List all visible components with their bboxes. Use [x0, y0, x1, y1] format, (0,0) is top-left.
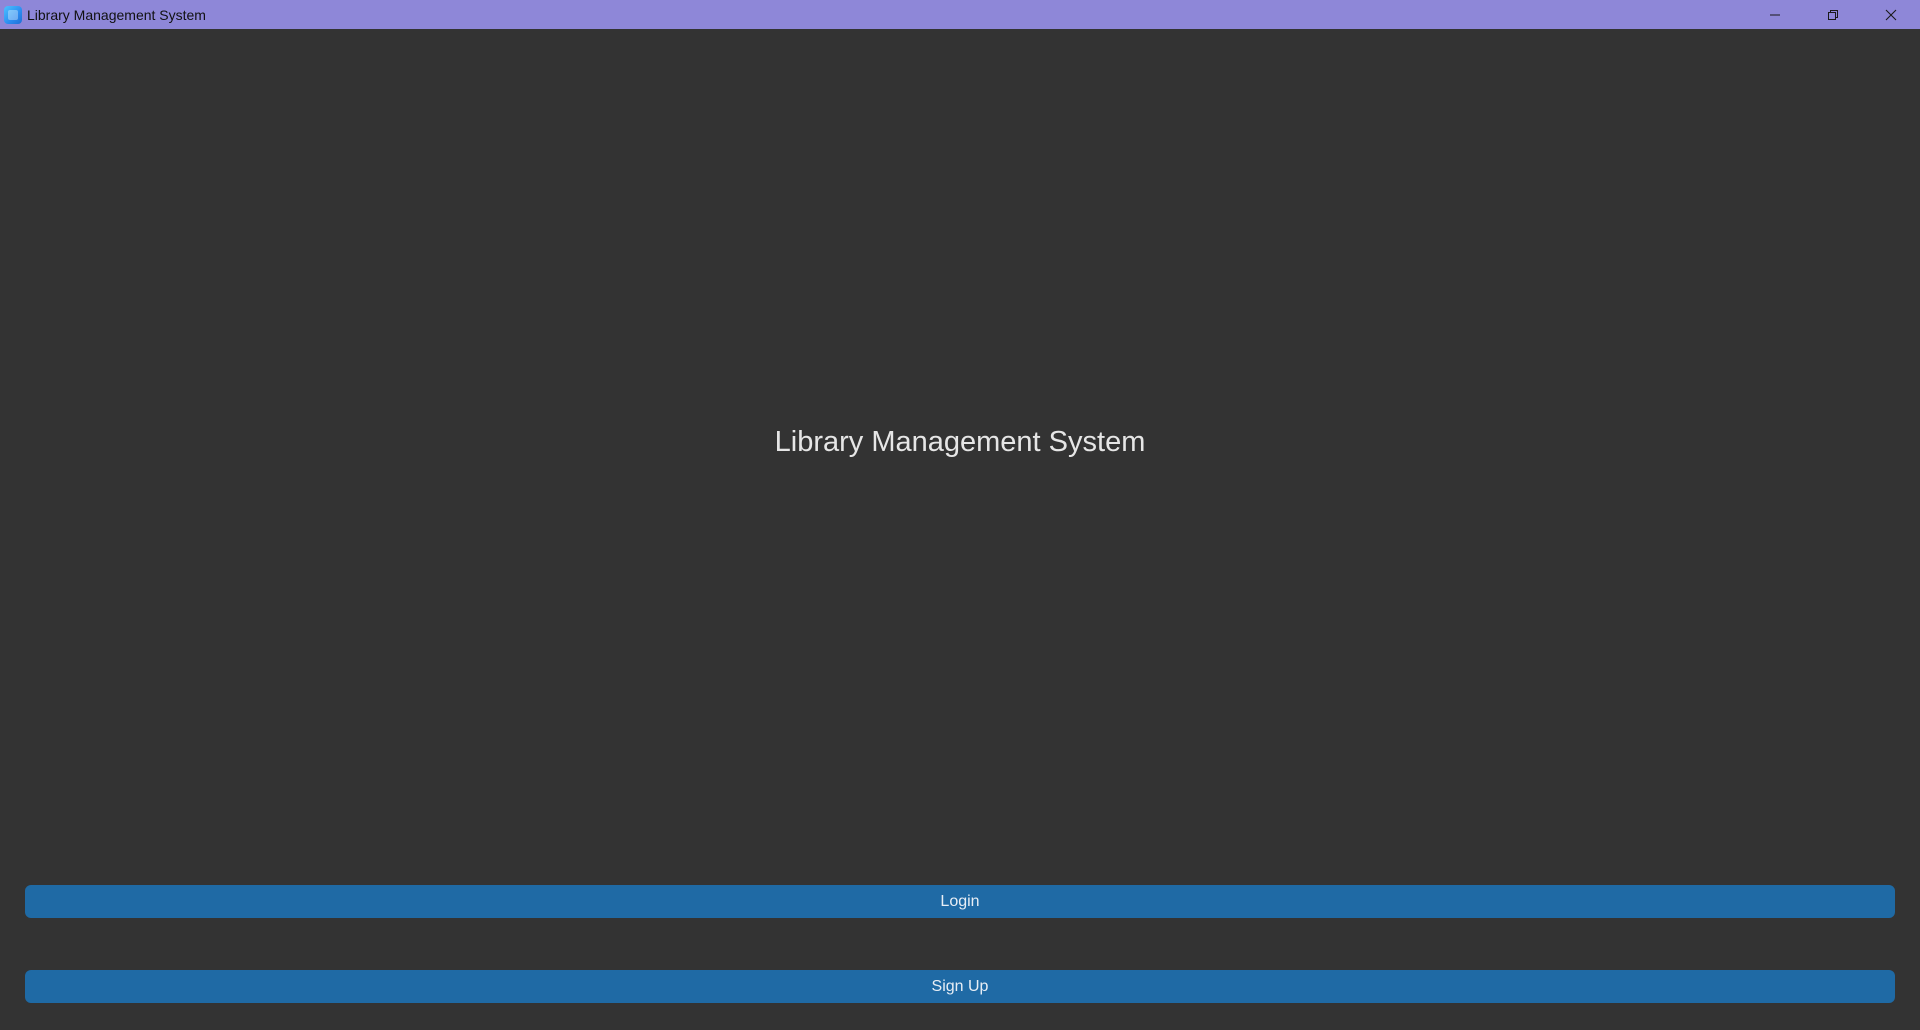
window-title: Library Management System — [27, 6, 206, 23]
window-controls — [1746, 0, 1920, 29]
page-title: Library Management System — [774, 426, 1146, 458]
login-button-label: Login — [940, 892, 980, 910]
minimize-button[interactable] — [1746, 0, 1804, 29]
restore-button[interactable] — [1804, 0, 1862, 29]
sign-up-button-label: Sign Up — [931, 977, 989, 995]
minimize-icon — [1770, 14, 1780, 15]
restore-icon — [1828, 9, 1838, 20]
login-button[interactable]: Login — [25, 885, 1895, 918]
close-button[interactable] — [1862, 0, 1920, 29]
app-window: Library Management System Library Manage… — [0, 0, 1920, 1030]
close-icon — [1885, 9, 1897, 20]
title-bar[interactable]: Library Management System — [0, 0, 1920, 29]
app-icon — [4, 5, 22, 24]
main-content: Library Management System Login Sign Up — [0, 29, 1920, 1030]
sign-up-button[interactable]: Sign Up — [25, 970, 1895, 1003]
